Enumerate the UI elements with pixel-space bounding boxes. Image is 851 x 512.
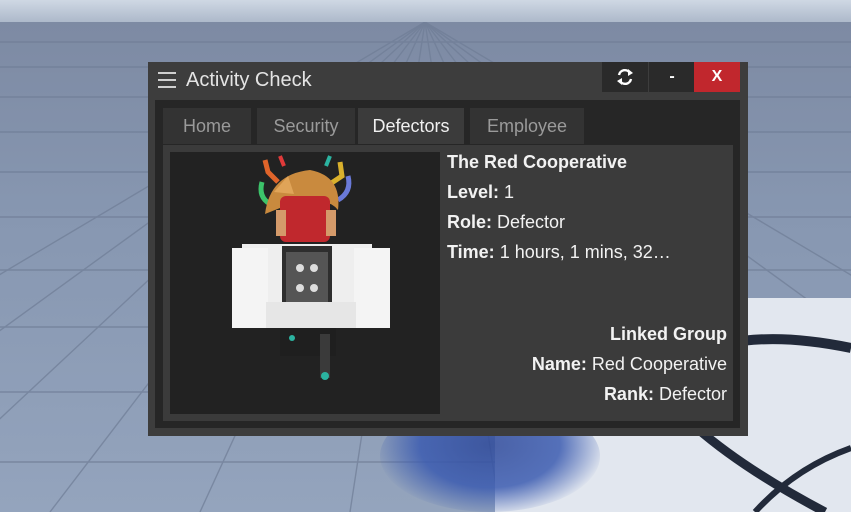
linked-group-heading: Linked Group (610, 324, 727, 344)
refresh-icon (617, 68, 633, 86)
level-row: Level: 1 (447, 180, 514, 204)
group-title: The Red Cooperative (447, 152, 628, 172)
tab-defectors[interactable]: Defectors (358, 108, 464, 144)
level-value: 1 (504, 182, 515, 202)
time-label: Time: (447, 242, 495, 262)
window-title: Activity Check (186, 69, 312, 91)
linked-name-label: Name: (531, 354, 587, 374)
menu-icon[interactable] (158, 72, 176, 88)
activity-check-window: Activity Check - X Home Security Defecto… (148, 62, 748, 436)
linked-name-row: Name: Red Cooperative (532, 352, 727, 376)
time-value: 1 hours, 1 mins, 32… (499, 242, 671, 262)
avatar-image (170, 152, 440, 414)
tab-home[interactable]: Home (163, 108, 251, 144)
titlebar: Activity Check - X (148, 62, 748, 98)
main-panel: Home Security Defectors Employee The Red… (155, 100, 740, 428)
role-row: Role: Defector (447, 210, 565, 234)
time-row: Time: 1 hours, 1 mins, 32… (447, 240, 671, 264)
tab-security[interactable]: Security (257, 108, 355, 144)
minimize-button[interactable]: - (649, 62, 695, 92)
role-value: Defector (497, 212, 566, 232)
level-label: Level: (447, 182, 500, 202)
linked-rank-value: Defector (658, 384, 727, 404)
linked-rank-label: Rank: (603, 384, 654, 404)
refresh-button[interactable] (602, 62, 648, 92)
linked-name-value: Red Cooperative (591, 354, 727, 374)
sky (0, 0, 851, 24)
defector-content: The Red Cooperative Level: 1 Role: Defec… (163, 145, 733, 421)
role-label: Role: (447, 212, 492, 232)
defector-info: The Red Cooperative Level: 1 Role: Defec… (447, 150, 727, 416)
close-button[interactable]: X (694, 62, 740, 92)
tab-employee[interactable]: Employee (470, 108, 584, 144)
linked-rank-row: Rank: Defector (604, 382, 727, 406)
